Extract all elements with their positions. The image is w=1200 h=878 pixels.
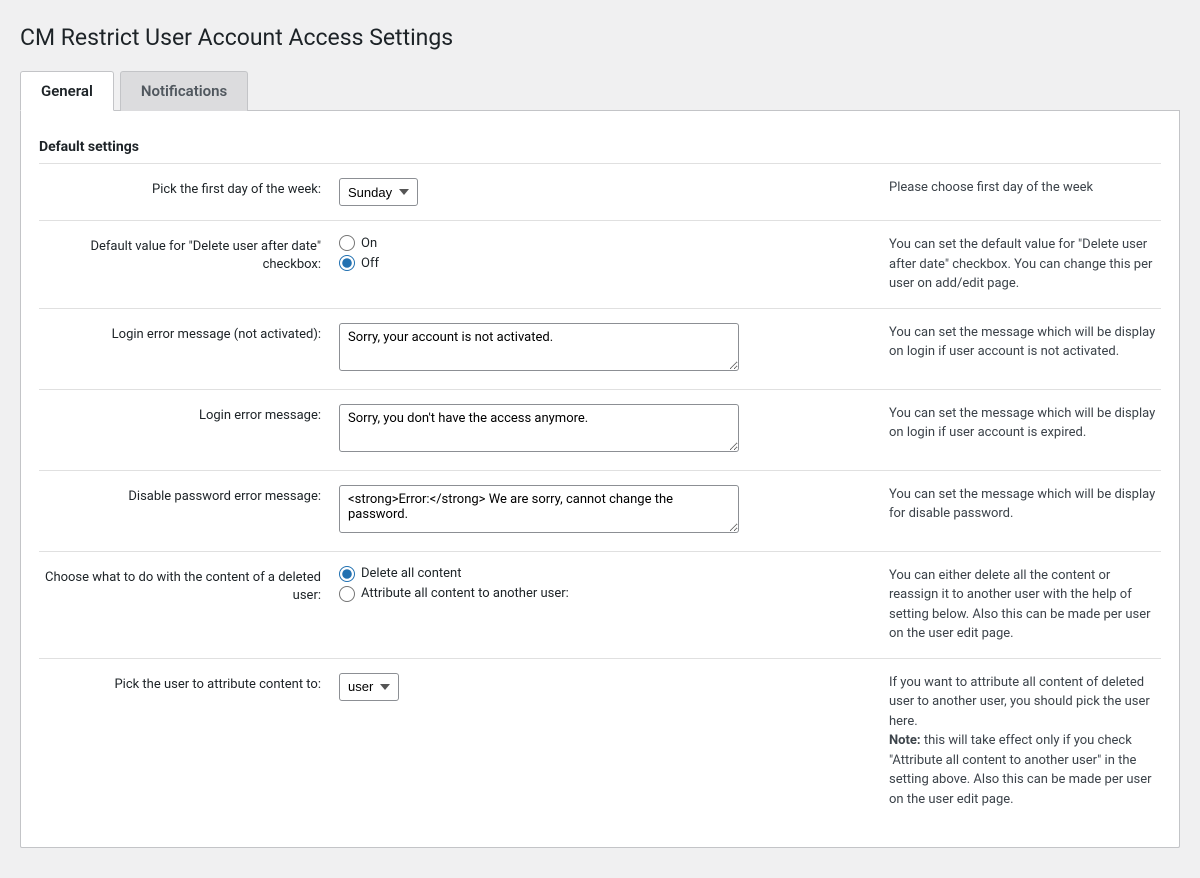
row-deleted-content: Choose what to do with the content of a … xyxy=(39,551,1161,658)
settings-panel: Default settings Pick the first day of t… xyxy=(20,111,1180,848)
radio-delete-off-label: Off xyxy=(361,256,379,271)
help-attribute-user: If you want to attribute all content of … xyxy=(889,673,1161,810)
textarea-err-login[interactable] xyxy=(339,404,739,452)
section-title: Default settings xyxy=(39,131,1161,163)
label-err-not-activated: Login error message (not activated): xyxy=(39,323,339,344)
radio-delete-off-wrapper[interactable]: Off xyxy=(339,255,871,271)
row-delete-default: Default value for "Delete user after dat… xyxy=(39,220,1161,308)
label-deleted-content: Choose what to do with the content of a … xyxy=(39,566,339,605)
row-err-not-activated: Login error message (not activated): You… xyxy=(39,308,1161,389)
label-attribute-user: Pick the user to attribute content to: xyxy=(39,673,339,694)
label-err-login: Login error message: xyxy=(39,404,339,425)
textarea-err-not-activated[interactable] xyxy=(339,323,739,371)
radio-delete-on-label: On xyxy=(361,236,377,251)
radio-content-attribute-label: Attribute all content to another user: xyxy=(361,586,569,601)
help-err-login: You can set the message which will be di… xyxy=(889,404,1161,443)
row-err-password: Disable password error message: You can … xyxy=(39,470,1161,551)
radio-content-attribute[interactable] xyxy=(339,586,355,602)
label-delete-default: Default value for "Delete user after dat… xyxy=(39,235,339,274)
help-err-not-activated: You can set the message which will be di… xyxy=(889,323,1161,362)
tab-notifications[interactable]: Notifications xyxy=(120,71,248,111)
radio-delete-on-wrapper[interactable]: On xyxy=(339,235,871,251)
select-attribute-user[interactable]: user xyxy=(339,673,399,701)
radio-content-delete[interactable] xyxy=(339,566,355,582)
row-first-day: Pick the first day of the week: Sunday P… xyxy=(39,163,1161,220)
label-err-password: Disable password error message: xyxy=(39,485,339,506)
help-delete-default: You can set the default value for "Delet… xyxy=(889,235,1161,294)
radio-delete-on[interactable] xyxy=(339,235,355,251)
radio-delete-off[interactable] xyxy=(339,255,355,271)
row-err-login: Login error message: You can set the mes… xyxy=(39,389,1161,470)
textarea-err-password[interactable] xyxy=(339,485,739,533)
label-first-day: Pick the first day of the week: xyxy=(39,178,339,199)
radio-content-delete-wrapper[interactable]: Delete all content xyxy=(339,566,871,582)
page-title: CM Restrict User Account Access Settings xyxy=(20,24,1180,51)
tab-general[interactable]: General xyxy=(20,71,114,111)
select-first-day[interactable]: Sunday xyxy=(339,178,418,206)
row-attribute-user: Pick the user to attribute content to: u… xyxy=(39,658,1161,824)
help-first-day: Please choose first day of the week xyxy=(889,178,1161,198)
help-deleted-content: You can either delete all the content or… xyxy=(889,566,1161,644)
radio-content-attribute-wrapper[interactable]: Attribute all content to another user: xyxy=(339,586,871,602)
radio-content-delete-label: Delete all content xyxy=(361,566,461,581)
help-err-password: You can set the message which will be di… xyxy=(889,485,1161,524)
tabs: General Notifications xyxy=(20,71,1180,111)
